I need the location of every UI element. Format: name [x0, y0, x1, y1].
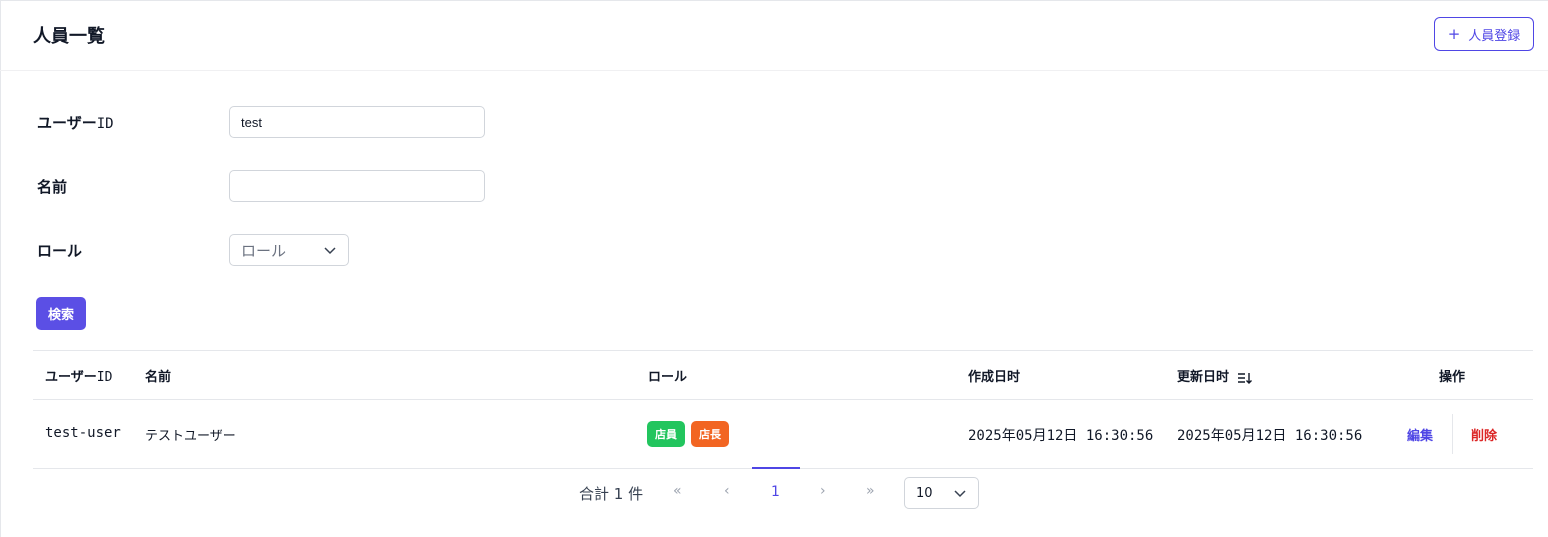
name-input[interactable]: [229, 170, 485, 202]
user-id-label: ユーザーID: [37, 114, 114, 132]
role-select-placeholder: ロール: [241, 241, 287, 260]
edit-link[interactable]: 編集: [1407, 425, 1433, 444]
cell-user-id: test-user: [45, 425, 121, 441]
page-number-button[interactable]: 1: [771, 484, 780, 500]
active-page-indicator: [752, 467, 800, 469]
cell-created: 2025年05月12日 16:30:56: [968, 428, 1154, 444]
col-header-role[interactable]: ロール: [648, 366, 687, 385]
operations-divider: [1452, 414, 1453, 454]
role-label: ロール: [37, 242, 83, 260]
table-header-divider: [33, 399, 1533, 400]
name-label: 名前: [37, 178, 68, 196]
role-badge-staff: 店員: [647, 421, 685, 447]
first-page-icon[interactable]: «: [673, 483, 682, 499]
col-header-name[interactable]: 名前: [145, 366, 171, 385]
col-header-user-id[interactable]: ユーザーID: [45, 366, 112, 385]
page-header: 人員一覧 + 人員登録: [0, 0, 1548, 71]
page-size-value: 10: [916, 485, 933, 501]
sort-descending-icon[interactable]: [1237, 371, 1253, 385]
search-button[interactable]: 検索: [36, 297, 86, 330]
total-count: 合計 1 件: [579, 485, 644, 503]
chevron-down-icon: [324, 247, 336, 255]
plus-icon: +: [1447, 24, 1461, 43]
user-id-input[interactable]: [229, 106, 485, 138]
prev-page-icon[interactable]: ‹: [724, 483, 730, 499]
delete-link[interactable]: 削除: [1471, 425, 1497, 444]
cell-name: テストユーザー: [145, 429, 236, 444]
next-page-icon[interactable]: ›: [820, 483, 826, 499]
page-title: 人員一覧: [33, 26, 105, 47]
last-page-icon[interactable]: »: [866, 483, 875, 499]
col-header-operations: 操作: [1439, 370, 1466, 385]
table-top-border: [33, 350, 1533, 351]
col-header-created[interactable]: 作成日时: [968, 366, 1020, 385]
role-badge-manager: 店長: [691, 421, 729, 447]
add-staff-button[interactable]: + 人員登録: [1434, 17, 1534, 51]
page-frame: [0, 0, 1548, 537]
role-select[interactable]: ロール: [229, 234, 349, 266]
chevron-down-icon: [954, 490, 966, 498]
add-staff-label: 人員登録: [1468, 28, 1521, 44]
page-size-select[interactable]: 10: [904, 477, 979, 509]
col-header-updated[interactable]: 更新日时: [1177, 366, 1253, 385]
cell-updated: 2025年05月12日 16:30:56: [1177, 428, 1363, 444]
